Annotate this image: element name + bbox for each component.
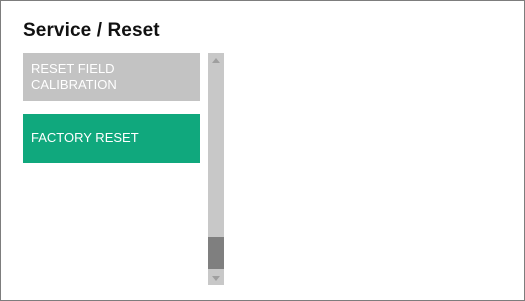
service-reset-panel: Service / Reset RESET FIELD CALIBRATION … — [0, 0, 525, 301]
scroll-thumb[interactable] — [208, 237, 224, 269]
reset-field-calibration-item[interactable]: RESET FIELD CALIBRATION — [23, 53, 200, 101]
scroll-up-button[interactable] — [208, 53, 224, 67]
factory-reset-item[interactable]: FACTORY RESET — [23, 114, 200, 163]
scroll-down-button[interactable] — [208, 271, 224, 285]
scroll-track[interactable] — [208, 67, 224, 271]
page-title: Service / Reset — [23, 20, 160, 41]
vertical-scrollbar[interactable] — [208, 53, 224, 285]
reset-options-list: RESET FIELD CALIBRATION FACTORY RESET — [23, 53, 200, 283]
chevron-down-icon — [212, 275, 220, 281]
chevron-up-icon — [212, 57, 220, 63]
